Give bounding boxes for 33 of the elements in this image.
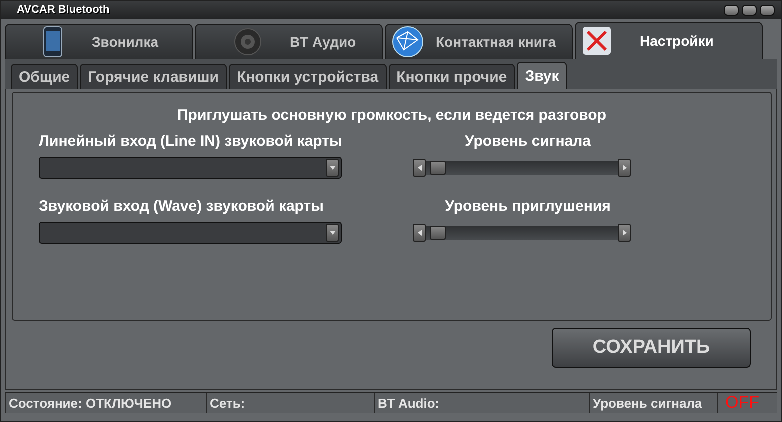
globe-icon: [392, 26, 424, 58]
sub-tab[interactable]: Кнопки устройства: [228, 64, 387, 89]
main-tab[interactable]: Звонилка: [5, 24, 193, 59]
slider[interactable]: [413, 160, 631, 176]
network-status: Сеть:: [206, 393, 374, 413]
slider-label: Уровень сигнала: [464, 133, 592, 150]
sub-tab[interactable]: Звук: [517, 62, 568, 89]
slider-thumb[interactable]: [430, 161, 446, 175]
dropdown-label: Линейный вход (Line IN) звуковой карты: [39, 133, 344, 150]
main-tab[interactable]: Контактная книга: [385, 24, 573, 59]
speaker-icon: [234, 28, 262, 56]
sub-tab[interactable]: Общие: [11, 64, 78, 89]
bt-audio-status: BT Audio:: [374, 393, 589, 413]
sub-tab[interactable]: Горячие клавиши: [80, 64, 227, 89]
save-button[interactable]: СОХРАНИТЬ: [552, 328, 751, 368]
main-tab[interactable]: BT Аудио: [195, 24, 383, 59]
maximize-button[interactable]: [742, 4, 757, 16]
window-title: AVCAR Bluetooth: [17, 4, 110, 16]
slider-label: Уровень приглушения: [444, 198, 612, 215]
signal-value: OFF: [717, 393, 767, 413]
signal-label: Уровень сигнала: [589, 393, 717, 413]
panel-heading: Приглушать основную громкость, если ведется разговор: [176, 107, 608, 124]
minimize-button[interactable]: [724, 4, 739, 16]
slider[interactable]: [413, 225, 631, 241]
sub-tab[interactable]: Кнопки прочие: [388, 64, 516, 89]
phone-icon: [42, 26, 64, 58]
slider-thumb[interactable]: [430, 226, 446, 240]
main-tab[interactable]: Настройки: [575, 22, 763, 59]
dropdown[interactable]: [39, 222, 342, 244]
status-text: Состояние: ОТКЛЮЧЕНО: [5, 393, 206, 413]
close-button[interactable]: [760, 4, 775, 16]
dropdown[interactable]: [39, 157, 342, 179]
dropdown-label: Звуковой вход (Wave) звуковой карты: [39, 198, 325, 215]
